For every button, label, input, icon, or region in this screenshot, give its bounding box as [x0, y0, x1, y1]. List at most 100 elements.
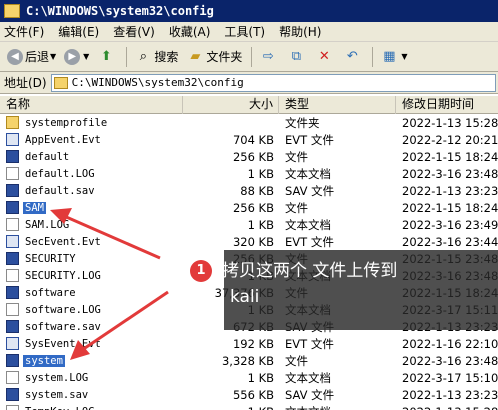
menu-file[interactable]: 文件(F): [4, 23, 44, 40]
folders-button[interactable]: ▰ 文件夹: [183, 45, 245, 69]
menu-view[interactable]: 查看(V): [113, 23, 155, 40]
file-type: 文本文档: [285, 370, 331, 385]
file-row[interactable]: SAM.LOG 1 KB 文本文档 2022-3-16 23:49: [0, 216, 498, 233]
file-row[interactable]: system 3,328 KB 文件 2022-3-16 23:48: [0, 352, 498, 369]
file-name: system.LOG: [25, 371, 89, 384]
file-date: 2022-1-13 15:28: [402, 115, 498, 130]
file-name-cell[interactable]: default: [0, 150, 183, 163]
file-row[interactable]: TempKey.LOG 1 KB文本文档2022-1-13 15:28: [0, 403, 498, 410]
file-row[interactable]: default.sav 88 KB SAV 文件 2022-1-13 23:23: [0, 182, 498, 199]
undo-icon: ↶: [346, 49, 358, 64]
evt-file-icon: [6, 337, 19, 350]
folder-icon: [53, 76, 68, 89]
address-input[interactable]: C:\WINDOWS\system32\config: [50, 73, 496, 92]
toolbar-separator: [251, 46, 253, 67]
file-name-cell[interactable]: software: [0, 286, 183, 299]
up-folder-button[interactable]: ⬆: [94, 45, 120, 69]
file-name-cell[interactable]: SysEvent.Evt: [0, 337, 183, 350]
file-name: default.LOG: [25, 167, 95, 180]
file-row[interactable]: system.sav 556 KB SAV 文件 2022-1-13 23:23: [0, 386, 498, 403]
file-name: system: [23, 354, 65, 367]
file-row[interactable]: SysEvent.Evt 192 KB EVT 文件 2022-1-16 22:10: [0, 335, 498, 352]
file-row[interactable]: default.LOG 1 KB 文本文档 2022-3-16 23:48: [0, 165, 498, 182]
txt-file-icon: [6, 303, 19, 316]
file-row[interactable]: system.LOG 1 KB 文本文档 2022-3-17 15:10: [0, 369, 498, 386]
file-name-cell[interactable]: software.LOG: [0, 303, 183, 316]
file-name-cell[interactable]: SecEvent.Evt: [0, 235, 183, 248]
file-name: TempKey.LOG: [23, 406, 97, 410]
views-button[interactable]: ▦ ▼: [377, 45, 410, 69]
column-type[interactable]: 类型: [279, 96, 396, 114]
file-row[interactable]: default 256 KB 文件 2022-1-15 18:24: [0, 148, 498, 165]
file-name-cell[interactable]: default.sav: [0, 184, 183, 197]
file-type: EVT 文件: [285, 234, 334, 249]
file-name-cell[interactable]: SECURITY.LOG: [0, 269, 183, 282]
file-size: 1 KB: [247, 370, 274, 385]
address-label: 地址(D): [4, 76, 47, 90]
menu-help[interactable]: 帮助(H): [279, 23, 321, 40]
menu-edit[interactable]: 编辑(E): [58, 23, 99, 40]
file-row[interactable]: systemprofile 文件夹 2022-1-13 15:28: [0, 114, 498, 131]
file-date: 2022-3-16 23:49: [402, 217, 498, 232]
sys-file-icon: [6, 320, 19, 333]
toolbar-separator: [372, 46, 374, 67]
move-to-button[interactable]: ⇨: [256, 45, 282, 69]
file-date: 2022-1-13 15:28: [396, 405, 498, 410]
sys-file-icon: [6, 252, 19, 265]
file-name-cell[interactable]: systemprofile: [0, 116, 183, 129]
undo-button[interactable]: ↶: [340, 45, 366, 69]
step-badge: 1: [190, 260, 212, 282]
views-icon: ▦: [383, 49, 396, 64]
file-name-cell[interactable]: system: [0, 354, 183, 367]
delete-button[interactable]: ✕: [312, 45, 338, 69]
sys-file-icon: [6, 201, 19, 214]
back-button[interactable]: ◀ 后退 ▼: [4, 45, 59, 69]
file-row[interactable]: AppEvent.Evt 704 KB EVT 文件 2022-2-12 20:21: [0, 131, 498, 148]
file-size: 1 KB: [247, 217, 274, 232]
file-date: 2022-3-16 23:44: [402, 234, 498, 249]
file-name-cell[interactable]: system.sav: [0, 388, 183, 401]
file-name: AppEvent.Evt: [25, 133, 101, 146]
forward-button[interactable]: ▶ ▼: [61, 45, 92, 69]
file-date: 2022-1-15 18:24: [402, 149, 498, 164]
sys-file-icon: [6, 150, 19, 163]
forward-arrow-icon: ▶: [64, 48, 81, 65]
file-name-cell[interactable]: AppEvent.Evt: [0, 133, 183, 146]
file-size: 3,328 KB: [221, 353, 274, 368]
file-name-cell[interactable]: SECURITY: [0, 252, 183, 265]
txt-file-icon: [6, 371, 19, 384]
copy-to-button[interactable]: ⧉: [284, 45, 310, 69]
sys-file-icon: [6, 184, 19, 197]
file-date: 2022-2-12 20:21: [402, 132, 498, 147]
file-name-cell[interactable]: SAM.LOG: [0, 218, 183, 231]
file-name-cell[interactable]: default.LOG: [0, 167, 183, 180]
up-arrow-icon: ⬆: [100, 49, 112, 64]
file-name: SECURITY.LOG: [25, 269, 101, 282]
file-date: 2022-1-13 23:23: [402, 183, 498, 198]
file-size: 704 KB: [232, 132, 274, 147]
folders-label: 文件夹: [206, 50, 243, 64]
title-bar: C:\WINDOWS\system32\config: [0, 0, 498, 22]
file-name-cell[interactable]: software.sav: [0, 320, 183, 333]
file-name-cell[interactable]: system.LOG: [0, 371, 183, 384]
file-name: software.LOG: [25, 303, 101, 316]
sys-file-icon: [6, 286, 19, 299]
column-header: 名称 大小 类型 修改日期时间: [0, 96, 498, 114]
file-name-cell[interactable]: SAM: [0, 201, 183, 214]
column-size[interactable]: 大小: [183, 96, 279, 114]
file-size: 556 KB: [232, 387, 274, 402]
file-type: 文件: [285, 149, 308, 164]
file-row[interactable]: SAM 256 KB 文件 2022-1-15 18:24: [0, 199, 498, 216]
file-name-cell[interactable]: TempKey.LOG: [0, 405, 183, 410]
column-name[interactable]: 名称: [0, 96, 183, 114]
file-type: SAV 文件: [285, 183, 335, 198]
search-button[interactable]: ⌕ 搜索: [131, 45, 181, 69]
file-row[interactable]: SecEvent.Evt 320 KB EVT 文件 2022-3-16 23:44: [0, 233, 498, 250]
column-date[interactable]: 修改日期时间: [396, 96, 498, 114]
evt-file-icon: [6, 235, 19, 248]
menu-tools[interactable]: 工具(T): [224, 23, 265, 40]
menu-favorites[interactable]: 收藏(A): [169, 23, 211, 40]
copy-icon: ⧉: [291, 49, 301, 64]
back-arrow-icon: ◀: [7, 48, 23, 65]
file-type: 文件: [285, 353, 308, 368]
